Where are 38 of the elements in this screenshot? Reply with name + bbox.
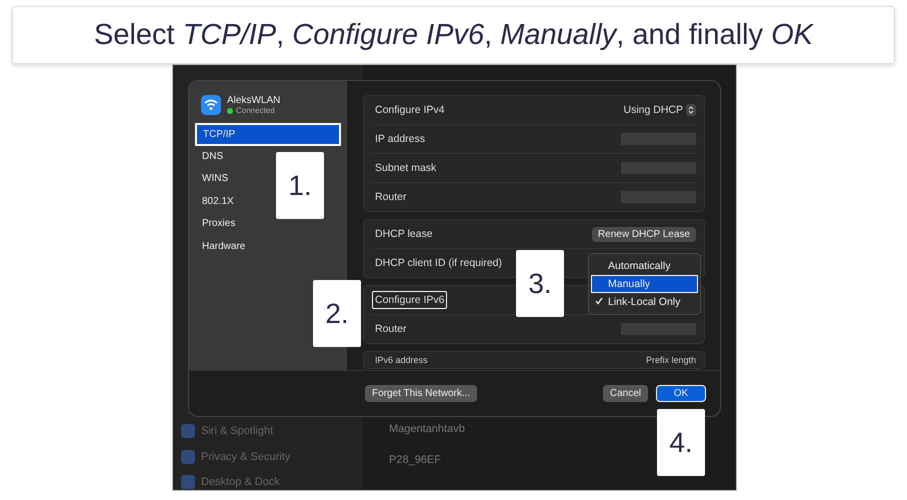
- step-number: 4.: [657, 409, 705, 476]
- instruction-caption: Select TCP/IP, Configure IPv6, Manually, and finally OK: [12, 6, 895, 64]
- select-value[interactable]: Using DHCP: [623, 104, 683, 116]
- settings-icon: [181, 450, 195, 464]
- field-label: Subnet mask: [374, 161, 438, 176]
- checkmark-icon: [595, 297, 603, 305]
- sidebar-tab[interactable]: DNS: [195, 146, 224, 168]
- dialog-button[interactable]: Cancel: [602, 385, 648, 402]
- step-number: 2.: [313, 280, 361, 347]
- step-number: 1.: [276, 152, 324, 219]
- field-label: DHCP client ID (if required): [374, 256, 504, 271]
- ok-button[interactable]: OK: [656, 385, 706, 402]
- connection-status: Connected: [236, 106, 275, 115]
- column-header: IPv6 address: [374, 354, 429, 367]
- menu-option[interactable]: Manually: [591, 275, 698, 293]
- stepper-icon[interactable]: [686, 104, 696, 116]
- column-header: Prefix length: [646, 355, 696, 365]
- field-label: Configure IPv6: [372, 291, 448, 309]
- settings-icon: [181, 424, 195, 438]
- field-label: Router: [374, 322, 408, 337]
- sidebar-tab[interactable]: 802.1X: [195, 190, 235, 213]
- step-number: 3.: [516, 250, 564, 317]
- field-label: Router: [374, 190, 408, 205]
- sidebar-tab[interactable]: Proxies: [195, 213, 236, 236]
- field-label: DHCP lease: [374, 227, 434, 242]
- network-name: AleksWLAN: [227, 95, 280, 106]
- dialog-button[interactable]: Forget This Network...: [365, 385, 478, 402]
- wifi-icon: [201, 95, 221, 115]
- settings-icon: [181, 475, 195, 490]
- renew-button[interactable]: Renew DHCP Lease: [592, 226, 696, 242]
- sidebar-tab[interactable]: TCP/IP: [195, 123, 341, 146]
- field-label: Configure IPv4: [374, 103, 446, 118]
- field-label: IP address: [374, 132, 426, 147]
- menu-option[interactable]: Link-Local Only: [591, 293, 698, 311]
- status-dot: [227, 108, 233, 114]
- sidebar-tab[interactable]: Hardware: [195, 236, 246, 258]
- menu-option[interactable]: Automatically: [591, 257, 698, 275]
- sidebar-tab[interactable]: WINS: [195, 168, 230, 190]
